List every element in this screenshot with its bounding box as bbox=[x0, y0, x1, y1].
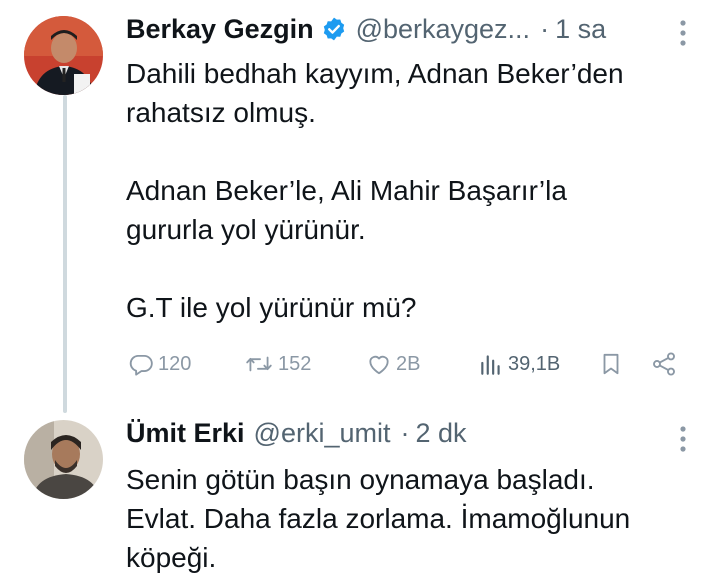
share-button[interactable] bbox=[650, 344, 678, 384]
tweet-text-line: rahatsız olmuş. bbox=[126, 97, 316, 128]
more-vertical-icon[interactable] bbox=[676, 18, 690, 48]
tweet-reply[interactable]: Ümit Erki @erki_umit · 2 dk Senin götün … bbox=[0, 410, 720, 587]
share-icon bbox=[653, 352, 675, 376]
tweet-text-line: Senin götün başın oynamaya başladı. bbox=[126, 464, 595, 495]
retweet-button[interactable]: 152 bbox=[244, 344, 311, 384]
separator-dot: · bbox=[540, 14, 550, 44]
tweet-main[interactable]: Berkay Gezgin @berkaygez... · 1 sa Dahil… bbox=[0, 0, 720, 410]
tweet-header: Berkay Gezgin @berkaygez... · 1 sa bbox=[126, 12, 670, 46]
avatar[interactable] bbox=[24, 420, 103, 499]
author-handle[interactable]: @erki_umit bbox=[254, 416, 391, 450]
avatar[interactable] bbox=[24, 16, 103, 95]
tweet-timestamp[interactable]: 1 sa bbox=[555, 12, 606, 46]
avatar-image bbox=[24, 16, 103, 95]
author-name[interactable]: Ümit Erki bbox=[126, 416, 245, 450]
reply-button[interactable]: 120 bbox=[128, 344, 191, 384]
tweet-action-bar: 120 152 2B 39,1B bbox=[128, 344, 684, 384]
reply-count: 120 bbox=[158, 352, 192, 375]
author-name[interactable]: Berkay Gezgin bbox=[126, 12, 314, 46]
tweet-text-line: köpeği. bbox=[126, 542, 217, 573]
more-vertical-icon[interactable] bbox=[676, 424, 690, 454]
tweet-text-line: Evlat. Daha fazla zorlama. İmamoğlunun bbox=[126, 503, 631, 534]
tweet-text: Dahili bedhah kayyım, Adnan Beker’den ra… bbox=[126, 54, 690, 327]
bookmark-icon bbox=[603, 353, 619, 375]
views-icon bbox=[481, 355, 500, 375]
tweet-text-line: G.T ile yol yürünür mü? bbox=[126, 292, 417, 323]
tweet-text: Senin götün başın oynamaya başladı. Evla… bbox=[126, 460, 690, 577]
retweet-count: 152 bbox=[278, 352, 312, 375]
views-button[interactable]: 39,1B bbox=[478, 344, 560, 384]
avatar-image bbox=[24, 420, 103, 499]
heart-icon bbox=[369, 355, 389, 375]
views-count: 39,1B bbox=[508, 352, 561, 375]
separator-dot: · bbox=[400, 418, 410, 448]
bookmark-button[interactable] bbox=[598, 344, 624, 384]
like-button[interactable]: 2B bbox=[366, 344, 420, 384]
tweet-text-line: gururla yol yürünür. bbox=[126, 214, 366, 245]
tweet-timestamp[interactable]: 2 dk bbox=[416, 416, 467, 450]
tweet-text-line: Dahili bedhah kayyım, Adnan Beker’den bbox=[126, 58, 624, 89]
reply-icon bbox=[129, 354, 153, 376]
tweet-header: Ümit Erki @erki_umit · 2 dk bbox=[126, 416, 670, 450]
retweet-icon bbox=[246, 356, 272, 372]
tweet-text-line: Adnan Beker’le, Ali Mahir Başarır’la bbox=[126, 175, 567, 206]
author-handle[interactable]: @berkaygez... bbox=[356, 12, 531, 46]
verified-badge-icon bbox=[321, 16, 347, 42]
like-count: 2B bbox=[396, 352, 421, 375]
